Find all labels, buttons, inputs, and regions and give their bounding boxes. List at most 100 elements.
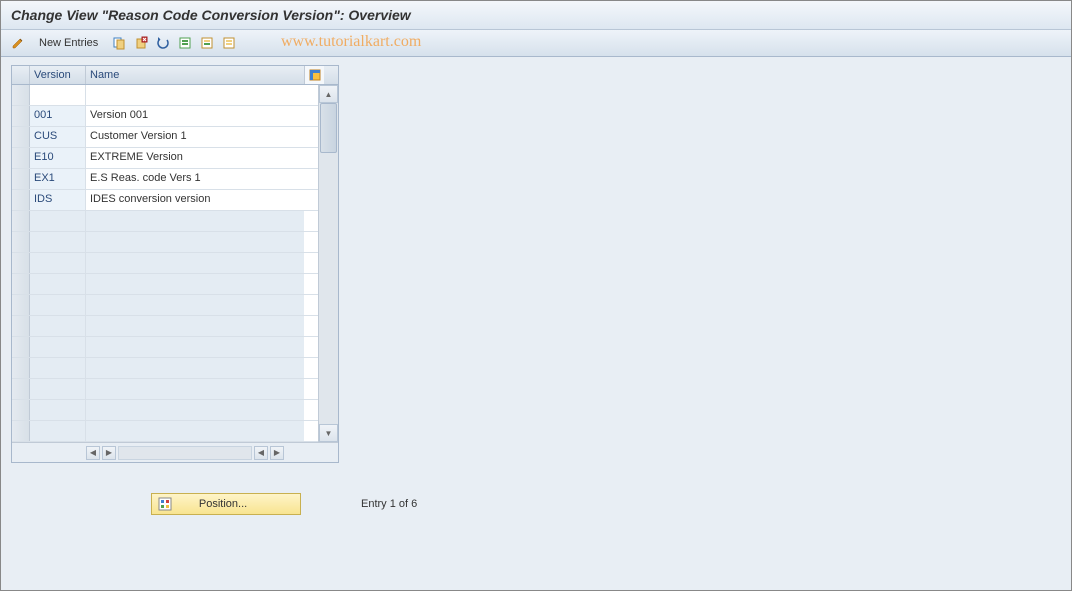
cell-version <box>30 295 86 315</box>
position-button[interactable]: Position... <box>151 493 301 515</box>
column-header-name[interactable]: Name <box>86 66 304 84</box>
cell-name <box>86 232 304 252</box>
table-row <box>12 379 318 400</box>
cell-name <box>86 400 304 420</box>
table-row <box>12 337 318 358</box>
cell-version <box>30 274 86 294</box>
select-block-icon[interactable] <box>198 34 216 52</box>
table-row[interactable] <box>12 85 318 106</box>
cell-version <box>30 358 86 378</box>
table-settings-icon[interactable] <box>304 66 324 84</box>
cell-name <box>86 358 304 378</box>
cell-name <box>86 337 304 357</box>
row-selector[interactable] <box>12 106 30 126</box>
cell-version <box>30 232 86 252</box>
cell-version[interactable]: E10 <box>30 148 86 168</box>
cell-name <box>86 421 304 441</box>
table-footer: ◀ ▶ ◀ ▶ <box>12 442 338 462</box>
table-row <box>12 295 318 316</box>
table-row <box>12 253 318 274</box>
cell-name <box>86 274 304 294</box>
cell-name <box>86 295 304 315</box>
row-selector <box>12 316 30 336</box>
table-row[interactable]: IDSIDES conversion version <box>12 190 318 211</box>
deselect-all-icon[interactable] <box>220 34 238 52</box>
table-grid: Version Name 001Version 001CUSCustomer V… <box>11 65 339 463</box>
h-scroll-right-button[interactable]: ◀ <box>254 446 268 460</box>
h-scroll-left-button[interactable]: ▶ <box>102 446 116 460</box>
table-row <box>12 316 318 337</box>
row-selector[interactable] <box>12 127 30 147</box>
table-row[interactable]: EX1E.S Reas. code Vers 1 <box>12 169 318 190</box>
cell-version <box>30 337 86 357</box>
cell-name[interactable]: E.S Reas. code Vers 1 <box>86 169 304 189</box>
toolbar: New Entries www.tutorialkart.com <box>1 30 1071 57</box>
content-area: Version Name 001Version 001CUSCustomer V… <box>1 57 1071 523</box>
table-row[interactable]: 001Version 001 <box>12 106 318 127</box>
table-row <box>12 274 318 295</box>
position-icon <box>158 497 172 511</box>
table-row[interactable]: E10EXTREME Version <box>12 148 318 169</box>
table-header-row: Version Name <box>12 66 338 85</box>
title-bar: Change View "Reason Code Conversion Vers… <box>1 1 1071 30</box>
scroll-up-button[interactable]: ▲ <box>319 85 338 103</box>
row-selector <box>12 232 30 252</box>
cell-version[interactable] <box>30 85 86 105</box>
row-selector <box>12 295 30 315</box>
table-row <box>12 400 318 421</box>
row-selector <box>12 421 30 441</box>
table-body: 001Version 001CUSCustomer Version 1E10EX… <box>12 85 338 442</box>
column-header-version[interactable]: Version <box>30 66 86 84</box>
row-selector <box>12 274 30 294</box>
cell-name <box>86 253 304 273</box>
page-title: Change View "Reason Code Conversion Vers… <box>11 7 1061 23</box>
horizontal-scrollbar[interactable]: ◀ ▶ ◀ ▶ <box>86 446 284 460</box>
cell-name <box>86 379 304 399</box>
position-button-label: Position... <box>199 498 247 510</box>
select-all-column-header[interactable] <box>12 66 30 84</box>
row-selector[interactable] <box>12 190 30 210</box>
row-selector <box>12 253 30 273</box>
cell-version <box>30 211 86 231</box>
toggle-display-change-icon[interactable] <box>9 34 27 52</box>
scroll-track[interactable] <box>319 103 338 424</box>
row-selector <box>12 358 30 378</box>
h-scroll-track[interactable] <box>118 446 252 460</box>
cell-version <box>30 379 86 399</box>
vertical-scrollbar[interactable]: ▲ ▼ <box>318 85 338 442</box>
cell-name[interactable]: Version 001 <box>86 106 304 126</box>
table-row <box>12 232 318 253</box>
h-scroll-first-button[interactable]: ◀ <box>86 446 100 460</box>
cell-version <box>30 253 86 273</box>
row-selector[interactable] <box>12 148 30 168</box>
row-selector[interactable] <box>12 169 30 189</box>
cell-version <box>30 316 86 336</box>
watermark-text: www.tutorialkart.com <box>281 33 421 51</box>
cell-name <box>86 211 304 231</box>
table-row <box>12 358 318 379</box>
bottom-area: Position... Entry 1 of 6 <box>11 493 1061 515</box>
cell-version[interactable]: EX1 <box>30 169 86 189</box>
cell-version[interactable]: IDS <box>30 190 86 210</box>
h-scroll-last-button[interactable]: ▶ <box>270 446 284 460</box>
cell-version[interactable]: CUS <box>30 127 86 147</box>
cell-version <box>30 421 86 441</box>
table-row[interactable]: CUSCustomer Version 1 <box>12 127 318 148</box>
cell-name[interactable]: IDES conversion version <box>86 190 304 210</box>
copy-as-icon[interactable] <box>110 34 128 52</box>
row-selector <box>12 379 30 399</box>
cell-name[interactable]: EXTREME Version <box>86 148 304 168</box>
row-selector <box>12 211 30 231</box>
row-selector <box>12 337 30 357</box>
cell-name[interactable] <box>86 85 304 105</box>
row-selector[interactable] <box>12 85 30 105</box>
new-entries-button[interactable]: New Entries <box>31 35 106 51</box>
undo-change-icon[interactable] <box>154 34 172 52</box>
cell-version[interactable]: 001 <box>30 106 86 126</box>
cell-name[interactable]: Customer Version 1 <box>86 127 304 147</box>
delete-icon[interactable] <box>132 34 150 52</box>
scroll-down-button[interactable]: ▼ <box>319 424 338 442</box>
scroll-thumb[interactable] <box>320 103 337 153</box>
cell-name <box>86 316 304 336</box>
select-all-icon[interactable] <box>176 34 194 52</box>
